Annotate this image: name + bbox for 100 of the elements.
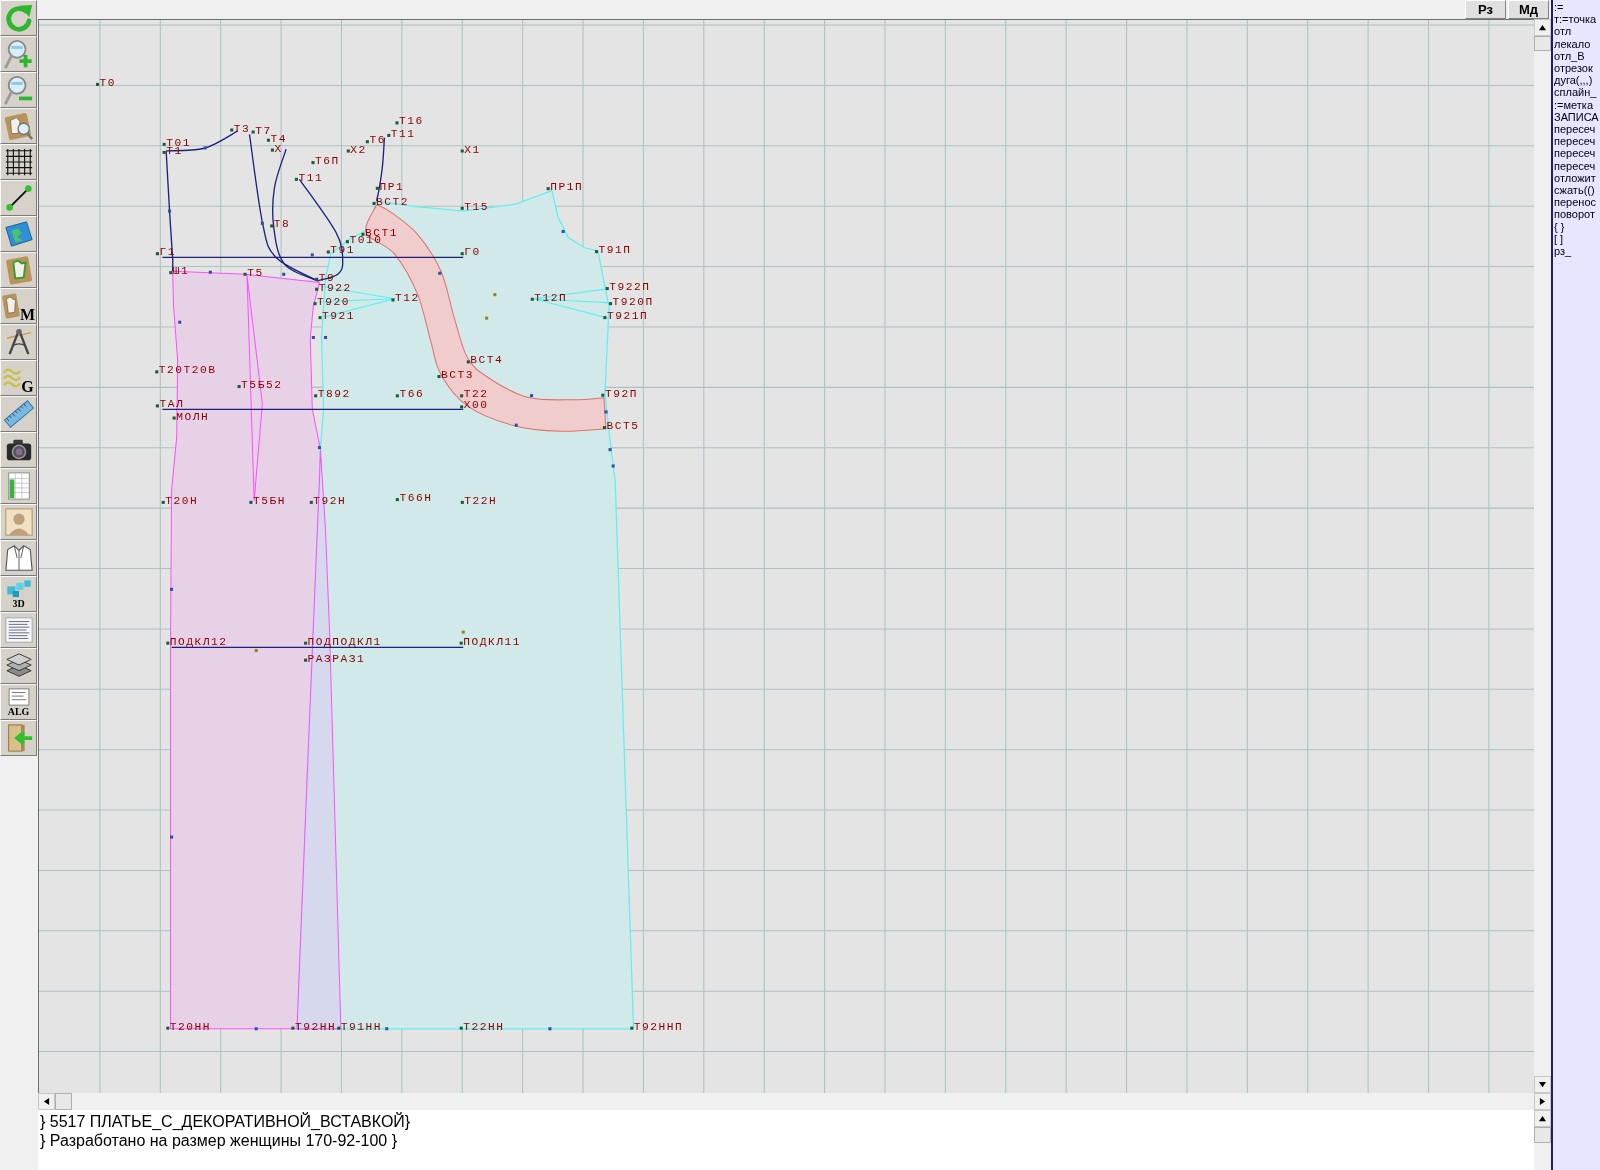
command-list-item[interactable]: отложит: [1554, 171, 1596, 185]
command-list-item[interactable]: поворот: [1554, 208, 1595, 221]
pattern-magnifier-icon: [3, 111, 34, 141]
command-list-item[interactable]: ЗАПИСА: [1554, 110, 1599, 124]
point-label: Т11: [298, 171, 324, 184]
command-list-item[interactable]: лекало: [1554, 37, 1591, 50]
point-label: ПОДПОДКЛ1: [307, 635, 382, 648]
toolbar-button[interactable]: M: [0, 288, 37, 324]
command-list-item[interactable]: т:=точка: [1554, 13, 1597, 26]
point-marker-icon: [611, 464, 615, 468]
point-marker-icon: [346, 149, 350, 153]
caret-right-icon: [1539, 1098, 1546, 1105]
point-marker-icon: [460, 206, 464, 210]
command-list-item[interactable]: :=метка: [1554, 98, 1593, 111]
point-marker-icon: [254, 649, 258, 653]
point-label: Т922П: [609, 281, 651, 294]
point-marker-icon: [318, 316, 322, 320]
toolbar-button[interactable]: [0, 180, 37, 216]
command-list-item[interactable]: рз_: [1554, 245, 1572, 258]
toolbar-button[interactable]: [0, 648, 37, 684]
point-marker-icon: [251, 130, 255, 134]
point-marker-icon: [313, 302, 317, 306]
point-marker-icon: [170, 835, 174, 839]
point-label: ПОДКЛ12: [169, 635, 228, 648]
command-list-item[interactable]: отл: [1554, 25, 1572, 38]
comment-line: } 5517 ПЛАТЬЕ_С_ДЕКОРАТИВНОЙ_ВСТАВКОЙ}: [40, 1112, 411, 1131]
caret-left-icon: [43, 1098, 50, 1105]
comment-editor[interactable]: } 5517 ПЛАТЬЕ_С_ДЕКОРАТИВНОЙ_ВСТАВКОЙ} } Разработано на размер женщины 170-92-100 }: [38, 1110, 1534, 1170]
scroll-up-button[interactable]: [1534, 19, 1551, 36]
toolbar-button[interactable]: G: [0, 360, 37, 396]
point-marker-icon: [395, 394, 399, 398]
point-marker-icon: [546, 187, 550, 191]
comment-line: } Разработано на размер женщины 170-92-100 }: [40, 1131, 398, 1150]
command-list-item[interactable]: [ ]: [1554, 232, 1564, 246]
scrollbar-thumb[interactable]: [55, 1093, 72, 1110]
point-marker-icon: [461, 630, 465, 634]
command-list-item[interactable]: пересеч: [1554, 159, 1596, 172]
point-marker-icon: [385, 1027, 389, 1031]
toolbar-button[interactable]: [0, 144, 37, 180]
point-marker-icon: [270, 224, 274, 228]
point-marker-icon: [548, 1027, 552, 1031]
point-label: ВСТ3: [441, 369, 474, 382]
point-marker-icon: [514, 423, 518, 427]
command-list-item[interactable]: перенос: [1554, 196, 1596, 209]
toolbar-button[interactable]: [0, 432, 37, 468]
command-list-item[interactable]: пересеч: [1554, 147, 1596, 160]
point-label: Т91П: [598, 244, 632, 257]
point-label: ПР1П: [550, 181, 584, 194]
point-marker-icon: [395, 121, 399, 125]
scrollbar-thumb[interactable]: [1534, 36, 1551, 51]
point-marker-icon: [460, 394, 464, 398]
point-label: Т12П: [534, 291, 568, 304]
scroll-right-button[interactable]: [1534, 1093, 1551, 1110]
point-marker-icon: [230, 128, 234, 132]
point-label: Х2: [350, 143, 367, 156]
point-label: Т20НН: [169, 1020, 212, 1033]
scroll-down-button[interactable]: [1534, 1076, 1551, 1093]
point-marker-icon: [601, 393, 605, 397]
point-marker-icon: [608, 302, 612, 306]
refresh-icon: [3, 3, 34, 33]
toolbar-button[interactable]: ALG: [0, 684, 37, 720]
caret-up-icon: [1539, 1115, 1546, 1122]
point-marker-icon: [530, 297, 534, 301]
point-marker-icon: [266, 138, 270, 142]
scroll-left-button[interactable]: [38, 1093, 55, 1110]
point-marker-icon: [315, 287, 319, 291]
point-marker-icon: [291, 1026, 295, 1030]
point-marker-icon: [460, 405, 464, 409]
point-marker-icon: [96, 82, 100, 86]
toolbar-button[interactable]: [0, 324, 37, 360]
scrollbar-thumb[interactable]: [1534, 1127, 1551, 1143]
point-label: Т22Н: [464, 494, 498, 507]
toolbar-button[interactable]: 3D: [0, 576, 37, 612]
command-list-item[interactable]: :=: [1554, 1, 1564, 14]
command-list-item[interactable]: сжать((): [1554, 184, 1595, 197]
command-list-item[interactable]: дуга(,,,): [1554, 74, 1593, 87]
point-label: Т5Б52: [241, 379, 283, 392]
point-marker-icon: [459, 641, 463, 645]
scroll-up-button[interactable]: [1534, 1110, 1551, 1127]
point-marker-icon: [485, 316, 489, 320]
point-label: Т22НН: [463, 1020, 505, 1033]
point-label: Т922: [318, 281, 352, 294]
command-list-item[interactable]: { }: [1554, 220, 1565, 233]
command-list-item[interactable]: пересеч: [1554, 135, 1596, 148]
command-list-item[interactable]: сплайн_: [1554, 86, 1597, 99]
point-marker-icon: [169, 271, 173, 275]
point-marker-icon: [178, 320, 182, 324]
command-list-item[interactable]: отрезок: [1554, 62, 1593, 75]
top-bar-button[interactable]: Рз: [1465, 0, 1506, 19]
point-marker-icon: [166, 1026, 170, 1030]
command-list-item[interactable]: отл_В: [1554, 49, 1585, 62]
top-bar-button[interactable]: Мд: [1508, 0, 1549, 19]
point-marker-icon: [326, 250, 330, 254]
point-marker-icon: [237, 385, 241, 389]
point-label: Т921П: [606, 310, 649, 323]
point-marker-icon: [605, 287, 609, 291]
command-list-item[interactable]: пересеч: [1554, 123, 1596, 136]
point-label: Т0: [99, 76, 117, 89]
person-silhouette-icon: [3, 507, 34, 537]
point-marker-icon: [604, 410, 608, 414]
